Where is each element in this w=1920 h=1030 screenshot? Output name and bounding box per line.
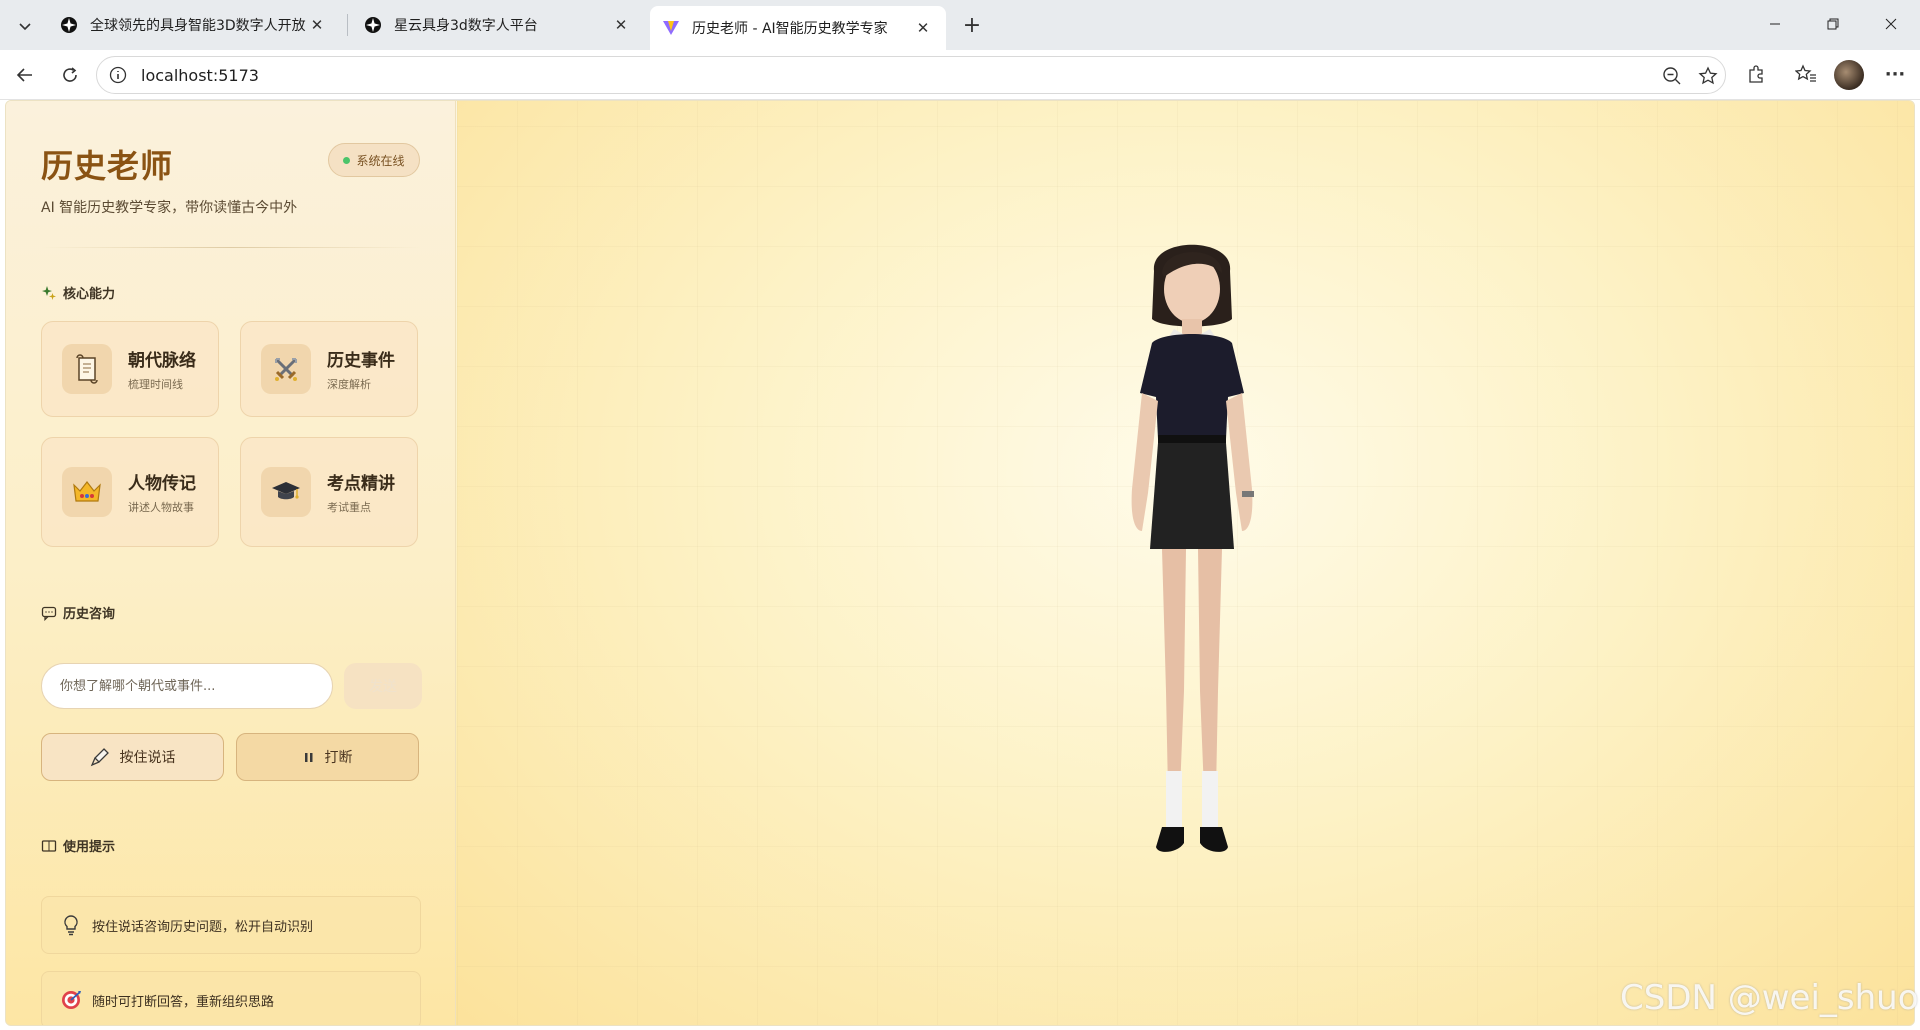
back-button[interactable]	[10, 60, 40, 90]
microphone-icon	[90, 747, 110, 767]
favorites-bar-button[interactable]	[1790, 58, 1822, 90]
profile-avatar[interactable]	[1834, 60, 1864, 90]
arrow-left-icon	[16, 68, 32, 82]
site-info-icon[interactable]	[107, 64, 129, 86]
capability-desc: 讲述人物故事	[128, 500, 194, 514]
capability-desc: 深度解析	[327, 377, 371, 391]
section-title-text: 核心能力	[63, 287, 116, 302]
avatar-stage[interactable]	[457, 101, 1914, 1025]
browser-tab-1[interactable]: 全球领先的具身智能3D数字人开放 ✕	[48, 6, 340, 44]
address-bar[interactable]: localhost:5173	[96, 56, 1726, 94]
book-icon	[41, 838, 57, 854]
capability-card-exam[interactable]: 考点精讲 考试重点	[240, 437, 418, 547]
lightbulb-icon	[60, 914, 82, 936]
favorites-icon	[1795, 64, 1816, 82]
status-badge: 系统在线	[328, 143, 420, 177]
button-label: 打断	[324, 750, 353, 766]
tab-close-icon[interactable]: ✕	[912, 17, 934, 39]
browser-tab-bar: 全球领先的具身智能3D数字人开放 ✕ 星云具身3d数字人平台 ✕ 历史老师 - …	[0, 0, 1920, 50]
tab-separator	[347, 14, 348, 36]
zoom-button[interactable]	[1656, 60, 1688, 92]
more-menu-button[interactable]: ···	[1879, 58, 1911, 90]
restore-window-button[interactable]	[1810, 8, 1856, 40]
capability-name: 人物传记	[128, 473, 196, 494]
tip-item: 随时可打断回答，重新组织思路	[41, 971, 421, 1025]
capability-card-events[interactable]: 历史事件 深度解析	[240, 321, 418, 417]
close-icon	[1885, 18, 1897, 30]
page-title: 历史老师	[41, 147, 174, 185]
scroll-icon	[62, 344, 112, 394]
chevron-down-icon	[19, 23, 31, 31]
tab-close-icon[interactable]: ✕	[306, 14, 328, 36]
reload-button[interactable]	[55, 60, 85, 90]
zoom-out-icon	[1663, 67, 1681, 85]
capabilities-heading: 核心能力	[41, 283, 115, 302]
nebula-logo-icon	[365, 17, 381, 33]
pause-icon	[303, 750, 315, 764]
crown-icon	[62, 467, 112, 517]
browser-toolbar: localhost:5173 ···	[0, 50, 1920, 100]
capability-card-dynasty[interactable]: 朝代脉络 梳理时间线	[41, 321, 219, 417]
digital-human-avatar[interactable]	[1092, 231, 1292, 901]
reload-icon	[63, 67, 77, 82]
tab-title: 星云具身3d数字人平台	[394, 18, 538, 34]
restore-icon	[1827, 18, 1839, 30]
section-title-text: 使用提示	[63, 840, 116, 855]
send-button[interactable]: 发送	[344, 663, 422, 709]
button-label: 按住说话	[119, 750, 176, 766]
browser-tab-2[interactable]: 星云具身3d数字人平台 ✕	[352, 6, 644, 44]
tab-close-icon[interactable]: ✕	[610, 14, 632, 36]
tab-actions-menu-button[interactable]	[6, 8, 44, 44]
capability-name: 朝代脉络	[128, 350, 196, 371]
capability-desc: 梳理时间线	[128, 377, 183, 391]
tab-title: 全球领先的具身智能3D数字人开放	[90, 18, 306, 34]
section-title-text: 历史咨询	[63, 607, 116, 622]
nebula-logo-icon	[61, 17, 77, 33]
app-page: 历史老师 系统在线 AI 智能历史教学专家，带你读懂古今中外 核心能力 朝代脉络…	[5, 100, 1915, 1026]
browser-tab-3-active[interactable]: 历史老师 - AI智能历史教学专家 ✕	[650, 6, 946, 50]
question-input[interactable]	[41, 663, 333, 709]
tip-item: 按住说话咨询历史问题，松开自动识别	[41, 896, 421, 954]
consult-heading: 历史咨询	[41, 603, 115, 622]
capability-name: 考点精讲	[327, 473, 395, 494]
interrupt-button[interactable]: 打断	[236, 733, 419, 781]
tips-heading: 使用提示	[41, 836, 115, 855]
push-to-talk-button[interactable]: 按住说话	[41, 733, 224, 781]
graduation-cap-icon	[261, 467, 311, 517]
capability-name: 历史事件	[327, 350, 395, 371]
sidebar: 历史老师 系统在线 AI 智能历史教学专家，带你读懂古今中外 核心能力 朝代脉络…	[6, 101, 456, 1025]
status-text: 系统在线	[356, 153, 405, 168]
tip-text: 按住说话咨询历史问题，松开自动识别	[92, 919, 314, 935]
star-icon	[1698, 66, 1718, 85]
plus-icon: +	[962, 12, 982, 38]
vite-logo-icon	[663, 21, 679, 35]
chat-bubble-icon	[41, 605, 57, 621]
divider	[41, 247, 421, 248]
online-dot-icon	[343, 156, 351, 164]
minimize-window-button[interactable]	[1752, 8, 1798, 40]
sparkle-icon	[41, 285, 57, 301]
minimize-icon	[1770, 23, 1780, 25]
crossed-swords-icon	[261, 344, 311, 394]
capability-desc: 考试重点	[327, 500, 371, 514]
target-icon	[60, 989, 82, 1011]
extensions-button[interactable]	[1740, 58, 1772, 90]
url-text: localhost:5173	[141, 65, 259, 85]
tip-text: 随时可打断回答，重新组织思路	[92, 994, 275, 1010]
capability-card-biography[interactable]: 人物传记 讲述人物故事	[41, 437, 219, 547]
new-tab-button[interactable]: +	[958, 11, 986, 39]
close-window-button[interactable]	[1868, 8, 1914, 40]
puzzle-icon	[1749, 65, 1763, 83]
page-subtitle: AI 智能历史教学专家，带你读懂古今中外	[41, 200, 298, 216]
tab-title: 历史老师 - AI智能历史教学专家	[692, 21, 888, 37]
favorite-button[interactable]	[1692, 60, 1724, 92]
more-dots-icon: ···	[1884, 63, 1906, 85]
watermark: CSDN @wei_shuo	[1620, 978, 1919, 1018]
